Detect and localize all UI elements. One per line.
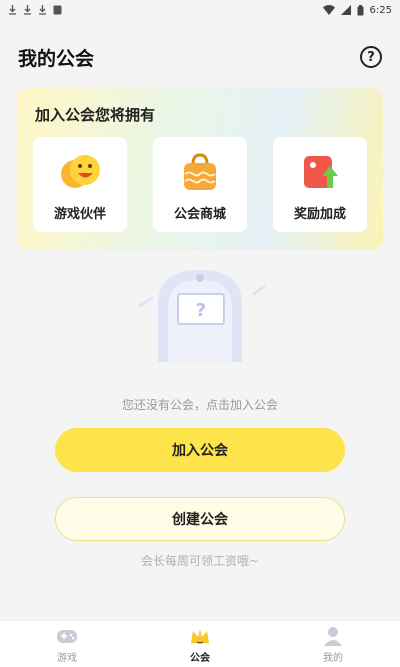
person-icon <box>324 627 342 646</box>
benefit-label: 奖励加成 <box>293 207 346 222</box>
smiley-icon <box>61 155 100 188</box>
benefit-label: 公会商城 <box>173 207 226 222</box>
tab-games[interactable]: 游戏 <box>37 625 97 665</box>
tab-label: 我的 <box>323 653 343 664</box>
help-button[interactable]: ? <box>360 46 382 68</box>
empty-guild-illustration: ? <box>138 270 266 362</box>
join-guild-button[interactable]: 加入公会 <box>55 428 345 472</box>
svg-text:?: ? <box>196 300 206 321</box>
benefit-item-game-partner[interactable]: 游戏伙伴 <box>33 137 127 232</box>
question-mark-icon: ? <box>367 49 375 65</box>
benefit-item-guild-shop[interactable]: 公会商城 <box>153 137 247 232</box>
salary-hint: 会长每周可领工资哦~ <box>140 554 260 568</box>
benefit-label: 游戏伙伴 <box>53 207 106 222</box>
tab-guild[interactable]: 公会 <box>170 625 230 665</box>
tab-label: 游戏 <box>57 653 77 664</box>
tab-profile[interactable]: 我的 <box>303 625 363 665</box>
empty-state-message: 您还没有公会，点击加入公会 <box>121 398 278 412</box>
benefit-item-reward-boost[interactable]: 奖励加成 <box>273 137 367 232</box>
benefits-card: 加入公会您将拥有 游戏伙伴 公会商城 奖励加成 <box>17 88 383 250</box>
bottom-tab-bar: 游戏 公会 我的 <box>0 620 400 667</box>
gamepad-icon <box>57 630 77 643</box>
signal-icon <box>340 5 351 15</box>
crown-icon <box>191 629 209 644</box>
page-title: 我的公会 <box>18 47 95 70</box>
shopping-bag-icon <box>184 153 216 190</box>
notification-icons <box>8 5 62 15</box>
download-icon <box>24 5 31 15</box>
app-notification-icon <box>53 5 62 15</box>
clock: 6:25 <box>369 4 392 16</box>
download-icon <box>9 5 16 15</box>
benefits-title: 加入公会您将拥有 <box>35 106 156 124</box>
battery-icon <box>357 4 364 15</box>
wifi-icon <box>322 5 335 15</box>
tab-label: 公会 <box>190 653 210 664</box>
download-icon <box>39 5 46 15</box>
create-guild-button[interactable]: 创建公会 <box>55 497 345 541</box>
reward-boost-icon <box>304 156 338 188</box>
header: 我的公会 ? <box>18 40 382 74</box>
status-bar: 6:25 <box>0 0 400 20</box>
